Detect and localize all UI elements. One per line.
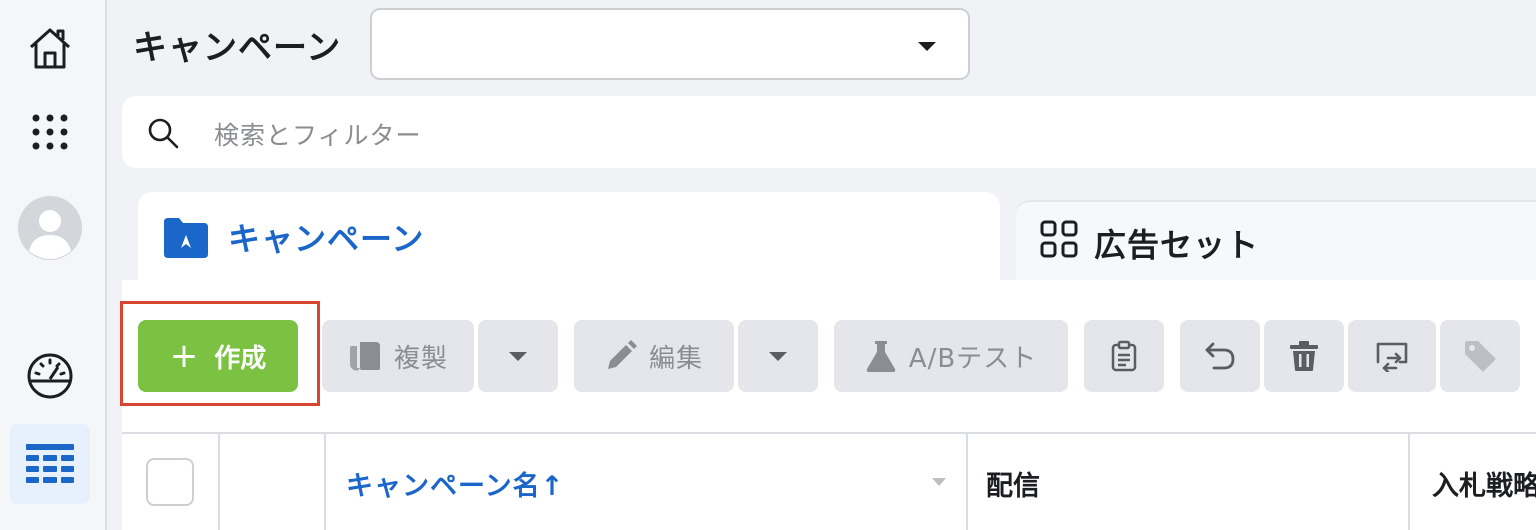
ads-manager-button[interactable] bbox=[10, 424, 90, 504]
search-input[interactable]: 検索とフィルター bbox=[214, 116, 422, 152]
undo-button[interactable] bbox=[1180, 320, 1260, 392]
home-button[interactable] bbox=[10, 8, 90, 88]
caret-down-icon bbox=[509, 351, 527, 361]
home-icon bbox=[29, 28, 71, 69]
column-divider bbox=[324, 432, 326, 530]
table-icon bbox=[26, 444, 74, 483]
tab-ad-sets[interactable]: 広告セット bbox=[1016, 200, 1536, 284]
undo-icon bbox=[1205, 342, 1235, 370]
duplicate-button[interactable]: 複製 bbox=[322, 320, 474, 392]
tag-button[interactable] bbox=[1440, 320, 1520, 392]
column-header-campaign-name[interactable]: キャンペーン名↑ bbox=[346, 464, 564, 503]
avatar-icon bbox=[18, 196, 82, 260]
chevron-down-icon bbox=[918, 42, 936, 51]
edit-button[interactable]: 編集 bbox=[574, 320, 734, 392]
ads-reporting-button[interactable] bbox=[10, 336, 90, 416]
account-avatar-button[interactable] bbox=[10, 188, 90, 268]
tab-ad-sets-label: 広告セット bbox=[1094, 226, 1260, 264]
caret-down-icon bbox=[769, 351, 787, 361]
folder-icon bbox=[164, 218, 208, 258]
clipboard-button[interactable] bbox=[1084, 320, 1164, 392]
all-tools-button[interactable] bbox=[10, 92, 90, 172]
delete-button[interactable] bbox=[1264, 320, 1344, 392]
column-divider bbox=[1408, 432, 1410, 530]
flask-icon bbox=[866, 341, 896, 372]
tab-campaigns-label: キャンペーン bbox=[228, 220, 425, 258]
ab-test-button[interactable]: A/Bテスト bbox=[834, 320, 1068, 392]
clipboard-icon bbox=[1111, 340, 1137, 372]
column-divider bbox=[218, 432, 220, 530]
gauge-icon bbox=[27, 353, 73, 399]
duplicate-icon bbox=[349, 342, 380, 371]
search-filter-bar[interactable]: 検索とフィルター bbox=[122, 96, 1536, 168]
select-all-checkbox[interactable] bbox=[146, 458, 194, 506]
search-icon bbox=[148, 118, 179, 149]
page-title: キャンペーン bbox=[133, 28, 342, 68]
ab-test-button-label: A/Bテスト bbox=[908, 343, 1038, 374]
trash-icon bbox=[1290, 341, 1318, 371]
column-header-delivery[interactable]: 配信 bbox=[986, 464, 1040, 503]
swap-arrows-icon bbox=[1376, 342, 1408, 372]
export-import-button[interactable] bbox=[1348, 320, 1436, 392]
duplicate-dropdown-button[interactable] bbox=[478, 320, 558, 392]
tag-icon bbox=[1465, 341, 1496, 372]
column-sort-caret-icon[interactable] bbox=[932, 478, 946, 486]
column-header-bid-strategy[interactable]: 入札戦略 bbox=[1432, 464, 1536, 503]
table-header bbox=[122, 432, 1536, 530]
pencil-icon bbox=[607, 340, 637, 369]
grid-icon bbox=[1040, 220, 1078, 258]
tab-campaigns[interactable]: キャンペーン bbox=[138, 192, 1000, 292]
campaign-select[interactable] bbox=[370, 8, 970, 80]
highlight-annotation bbox=[120, 301, 320, 406]
left-nav-rail bbox=[0, 0, 107, 530]
duplicate-button-label: 複製 bbox=[393, 343, 448, 374]
edit-button-label: 編集 bbox=[648, 343, 703, 374]
edit-dropdown-button[interactable] bbox=[738, 320, 818, 392]
column-divider bbox=[966, 432, 968, 530]
apps-grid-icon bbox=[32, 114, 68, 150]
